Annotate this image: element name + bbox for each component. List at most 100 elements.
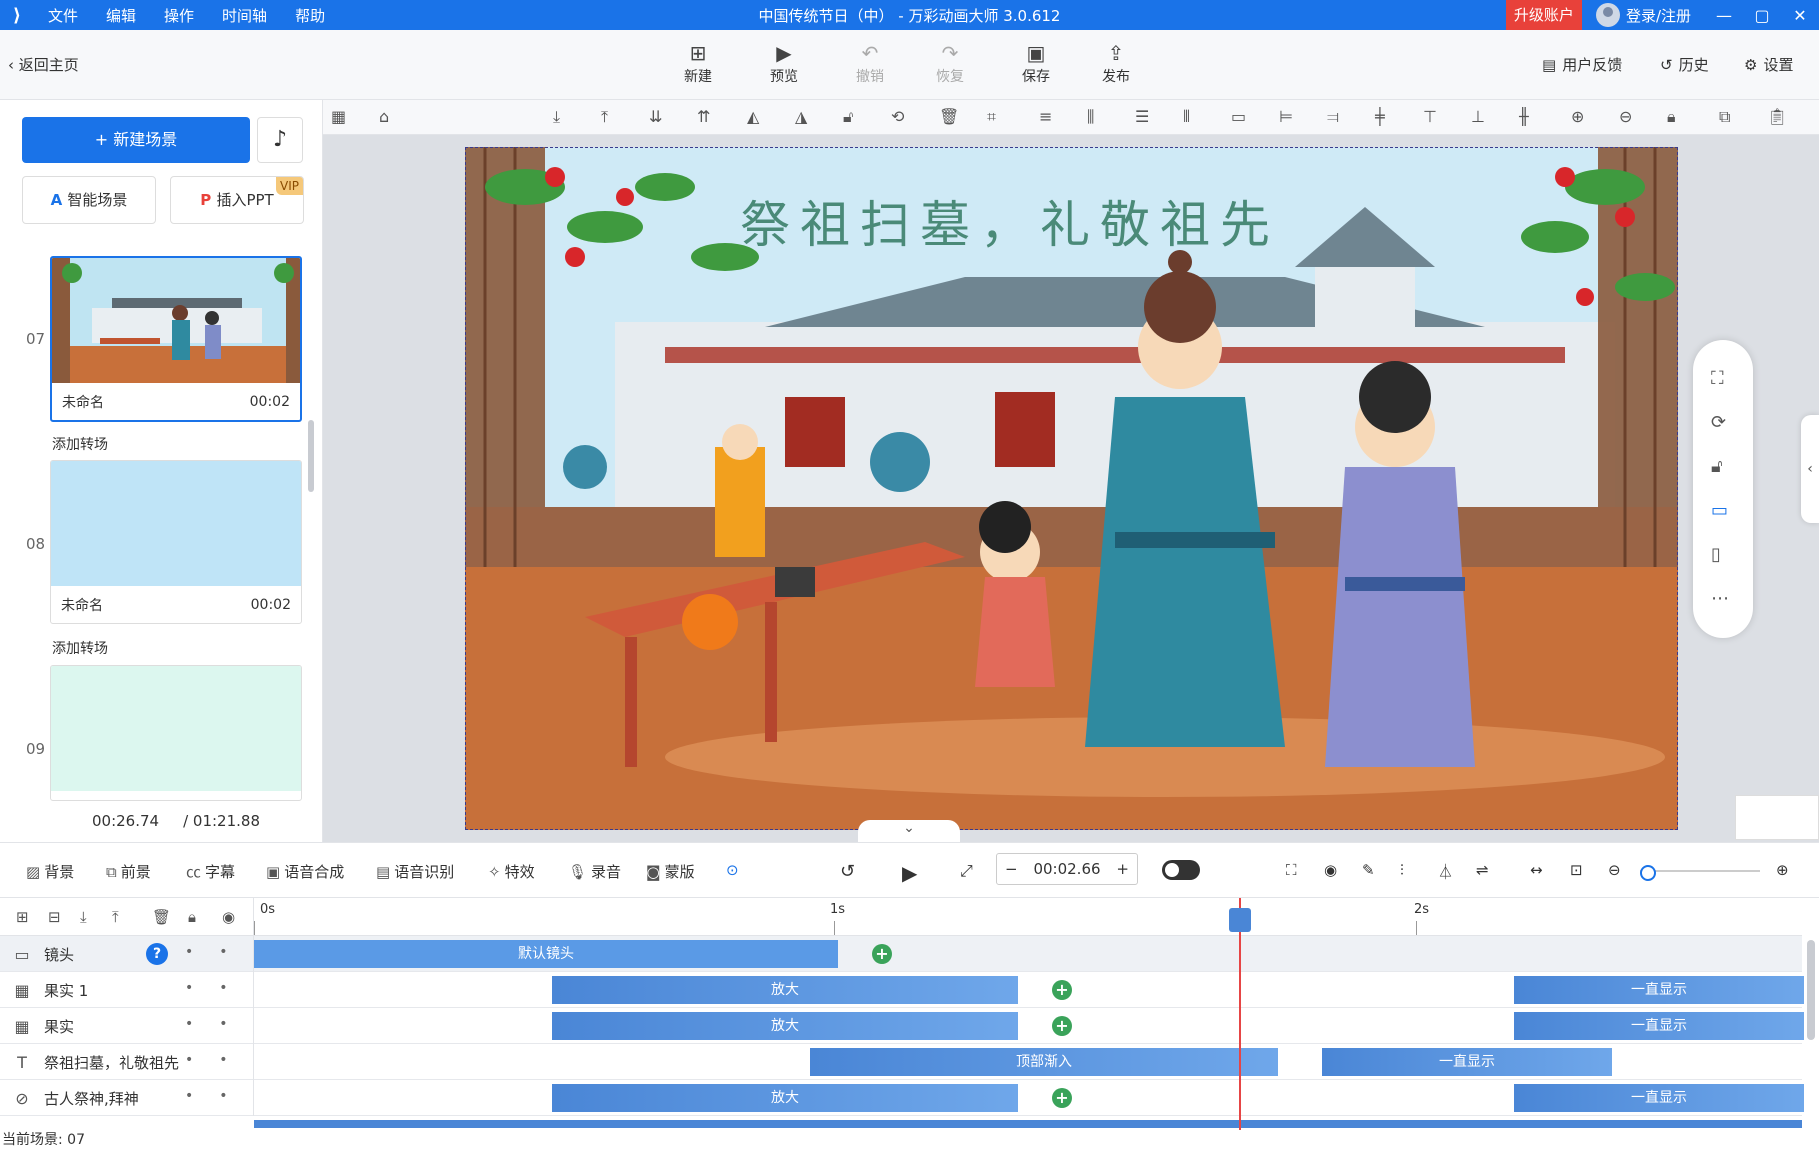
menu-timeline[interactable]: 时间轴 — [208, 5, 281, 26]
back-home-button[interactable]: ‹ 返回主页 — [8, 54, 79, 75]
fit-screen-icon[interactable]: ⛶ — [1711, 368, 1724, 389]
playhead-handle[interactable] — [1229, 908, 1251, 932]
flip-vertical-icon[interactable]: ◮ — [795, 107, 807, 126]
align-top-icon[interactable]: ⊤ — [1423, 107, 1437, 126]
settings-button[interactable]: ⚙ 设置 — [1744, 54, 1793, 75]
close-icon[interactable]: ✕ — [1781, 6, 1819, 25]
zoom-out-icon[interactable]: ⊖ — [1619, 107, 1632, 126]
clip-zoom[interactable]: 放大 — [552, 1012, 1018, 1040]
scene-card-08[interactable]: 未命名 00:02 — [50, 460, 302, 624]
zoom-slider[interactable] — [1640, 865, 1760, 881]
align-vcenter-icon[interactable]: ╫ — [1519, 107, 1529, 126]
foreground-button[interactable]: ⧉ 前景 — [106, 861, 151, 882]
minus-icon[interactable]: − — [1005, 860, 1018, 878]
menu-operate[interactable]: 操作 — [150, 5, 208, 26]
new-button[interactable]: ⊞ 新建 — [668, 40, 728, 86]
track-flags[interactable]: •• — [185, 1052, 254, 1068]
actual-size-icon[interactable]: ⊡ — [1570, 861, 1583, 879]
add-keyframe-icon[interactable]: + — [1052, 980, 1072, 1000]
camera-fit-icon[interactable]: ⛶ — [1286, 861, 1297, 879]
toggle-switch[interactable] — [1162, 860, 1200, 880]
preview-button[interactable]: ▶ 预览 — [754, 40, 814, 86]
help-icon[interactable]: ? — [146, 943, 168, 965]
paste-icon[interactable]: 📋︎ — [1767, 107, 1787, 126]
subtitle-button[interactable]: ㏄字幕 — [186, 861, 235, 882]
zoom-in-timeline-icon[interactable]: ⊕ — [1776, 861, 1789, 879]
add-transition-button[interactable]: 添加转场 — [52, 434, 108, 454]
feedback-button[interactable]: ▤ 用户反馈 — [1542, 54, 1622, 75]
split-icon[interactable]: ⫶ — [1400, 861, 1404, 879]
rotate-icon[interactable]: ⟲ — [891, 107, 904, 126]
phone-icon[interactable]: ▯ — [1711, 544, 1721, 565]
move-top-icon[interactable]: ⤒ — [601, 107, 608, 127]
move-up-icon[interactable]: ⇈ — [697, 107, 710, 126]
maximize-icon[interactable]: ▢ — [1743, 6, 1781, 25]
scrollbar[interactable] — [308, 420, 314, 492]
align-right-icon[interactable]: ⫤ — [1327, 107, 1339, 127]
clip-zoom[interactable]: 放大 — [552, 1084, 1018, 1112]
smart-scene-button[interactable]: A 智能场景 — [22, 176, 156, 224]
move-bottom-icon[interactable]: ⤓ — [553, 107, 560, 127]
align-left-icon[interactable]: ⊨ — [1279, 107, 1293, 126]
asr-button[interactable]: ▤ 语音识别 — [376, 861, 454, 882]
save-button[interactable]: ▣ 保存 — [1006, 40, 1066, 86]
delete-track-icon[interactable]: 🗑︎ — [152, 908, 171, 926]
format-painter-icon[interactable]: ▦ — [331, 107, 346, 126]
mask-button[interactable]: ◙ 蒙版 — [646, 861, 695, 882]
track-flags[interactable]: •• — [185, 980, 254, 996]
filter-icon[interactable]: ⏃ — [1438, 861, 1453, 882]
tts-button[interactable]: ▣ 语音合成 — [266, 861, 344, 882]
delete-icon[interactable]: 🗑︎ — [939, 107, 959, 126]
clip-always-show[interactable]: 一直显示 — [1322, 1048, 1612, 1076]
minimize-icon[interactable]: — — [1705, 6, 1743, 25]
music-note-icon[interactable]: ♪ — [257, 117, 303, 163]
clip-always-show[interactable]: 一直显示 — [1514, 1084, 1804, 1112]
camera-icon[interactable]: ◉ — [1324, 861, 1337, 879]
add-keyframe-icon[interactable]: + — [1052, 1088, 1072, 1108]
unlock-icon[interactable]: 🔓︎ — [1711, 456, 1723, 477]
clip-default-camera[interactable]: 默认镜头 — [254, 940, 838, 968]
align-middle-icon[interactable]: ⫼ — [1087, 107, 1094, 127]
track-title-text[interactable]: T 祭祖扫墓，礼敬祖先 •• 顶部渐入 一直显示 — [0, 1044, 1802, 1080]
flip-horizontal-icon[interactable]: ◭ — [747, 107, 759, 126]
track-worship[interactable]: ⊘ 古人祭神,拜神 •• 放大 + 一直显示 — [0, 1080, 1804, 1116]
track-fruit[interactable]: ▦ 果实 •• 放大 + 一直显示 — [0, 1008, 1804, 1044]
time-stepper[interactable]: −00:02.66 + — [996, 853, 1138, 885]
rotate-icon[interactable]: ⟳ — [1711, 412, 1726, 433]
more-icon[interactable]: ⋯ — [1711, 588, 1729, 609]
publish-button[interactable]: ⇪ 发布 — [1086, 40, 1146, 86]
minimap[interactable] — [1735, 795, 1819, 840]
effects-button[interactable]: ✧ 特效 — [488, 861, 535, 882]
time-ruler[interactable]: 0s 1s 2s — [254, 898, 1802, 936]
align-center-icon[interactable]: ≡ — [1039, 107, 1052, 126]
add-keyframe-icon[interactable]: + — [1052, 1016, 1072, 1036]
add-keyframe-icon[interactable]: + — [872, 944, 892, 964]
clip-zoom[interactable]: 放大 — [552, 976, 1018, 1004]
scene-card-07[interactable]: 未命名 00:02 — [50, 256, 302, 422]
align-bottom-icon[interactable]: ⊥ — [1471, 107, 1485, 126]
lock-icon[interactable]: 🔓︎ — [843, 107, 853, 127]
track-flags[interactable]: •• — [185, 944, 254, 960]
undo-button[interactable]: ↶ 撤销 — [840, 40, 900, 86]
scene-card-09[interactable] — [50, 665, 302, 801]
insert-ppt-button[interactable]: P 插入PPT VIP — [170, 176, 304, 224]
clip-top-fade-in[interactable]: 顶部渐入 — [810, 1048, 1278, 1076]
menu-file[interactable]: 文件 — [34, 5, 92, 26]
add-folder-icon[interactable]: ⊟ — [48, 908, 61, 926]
clip-always-show[interactable]: 一直显示 — [1514, 1012, 1804, 1040]
new-scene-button[interactable]: + 新建场景 — [22, 117, 250, 163]
collapse-panel-icon[interactable]: ‹ — [1801, 415, 1819, 523]
move-down-icon[interactable]: ⤓ — [80, 908, 87, 926]
redo-button[interactable]: ↷ 恢复 — [920, 40, 980, 86]
track-flags[interactable]: •• — [185, 1088, 254, 1104]
zoom-out-timeline-icon[interactable]: ⊖ — [1608, 861, 1621, 879]
edit-icon[interactable]: ✎ — [1362, 861, 1375, 879]
track-camera[interactable]: ▭ 镜头? •• 默认镜头 + — [0, 936, 1802, 972]
upgrade-button[interactable]: 升级账户 — [1505, 0, 1582, 30]
home-icon[interactable]: ⌂ — [379, 107, 389, 126]
distribute-v-icon[interactable]: ⦀ — [1183, 107, 1190, 127]
lock-track-icon[interactable]: 🔒︎ — [188, 908, 196, 926]
track-flags[interactable]: •• — [185, 1016, 254, 1032]
align-hcenter-icon[interactable]: ╪ — [1375, 107, 1385, 126]
history-button[interactable]: ↺ 历史 — [1660, 54, 1709, 75]
